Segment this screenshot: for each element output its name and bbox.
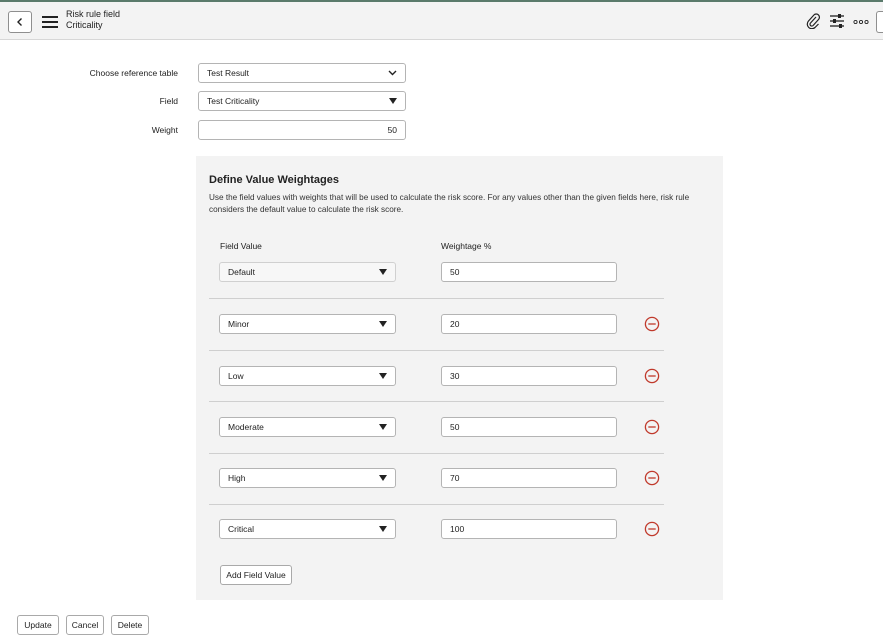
remove-circle-icon[interactable] <box>644 419 660 435</box>
row-divider <box>209 504 664 505</box>
triangle-down-icon <box>379 269 387 275</box>
field-value-select-critical[interactable]: Critical <box>219 519 396 539</box>
field-label: Field <box>159 96 178 106</box>
weightage-input-low[interactable]: 30 <box>441 366 617 386</box>
update-button[interactable]: Update <box>17 615 59 635</box>
field-value-select-moderate[interactable]: Moderate <box>219 417 396 437</box>
triangle-down-icon <box>379 526 387 532</box>
overflow-button[interactable] <box>876 11 883 33</box>
triangle-down-icon <box>379 475 387 481</box>
field-value-text: Low <box>228 371 244 381</box>
weightage-input-moderate[interactable]: 50 <box>441 417 617 437</box>
panel-title: Define Value Weightages <box>209 174 340 186</box>
weightage-input-high[interactable]: 70 <box>441 468 617 488</box>
cancel-button[interactable]: Cancel <box>66 615 104 635</box>
delete-button[interactable]: Delete <box>111 615 149 635</box>
weightage-input-default[interactable]: 50 <box>441 262 617 282</box>
remove-circle-icon[interactable] <box>644 316 660 332</box>
weight-label: Weight <box>151 125 178 135</box>
triangle-down-icon <box>379 373 387 379</box>
weightage-value: 20 <box>450 319 460 329</box>
remove-circle-icon[interactable] <box>644 470 660 486</box>
field-value-select-high[interactable]: High <box>219 468 396 488</box>
row-divider <box>209 401 664 402</box>
field-value-column-header: Field Value <box>220 241 262 251</box>
field-select-value: Test Criticality <box>207 96 260 106</box>
record-type: Risk rule field <box>66 9 121 19</box>
row-divider <box>209 298 664 299</box>
row-divider <box>209 453 664 454</box>
weightage-input-critical[interactable]: 100 <box>441 519 617 539</box>
chevron-left-icon <box>17 18 22 26</box>
back-button[interactable] <box>8 11 32 33</box>
remove-circle-icon[interactable] <box>644 521 660 537</box>
row-divider <box>209 350 664 351</box>
weight-value: 50 <box>387 125 397 135</box>
field-value-text: Critical <box>228 524 254 534</box>
weightage-value: 50 <box>450 422 460 432</box>
triangle-down-icon <box>379 321 387 327</box>
more-options-icon[interactable] <box>853 19 869 25</box>
field-select[interactable]: Test Criticality <box>198 91 406 111</box>
field-value-select-low[interactable]: Low <box>219 366 396 386</box>
field-value-text: High <box>228 473 246 483</box>
record-name: Criticality <box>66 20 103 30</box>
weight-input[interactable]: 50 <box>198 120 406 140</box>
remove-circle-icon[interactable] <box>644 368 660 384</box>
hamburger-menu-icon[interactable] <box>42 15 58 29</box>
record-title: Risk rule field Criticality <box>66 9 120 31</box>
weightage-value: 70 <box>450 473 460 483</box>
weightage-value: 100 <box>450 524 465 534</box>
chevron-down-icon <box>388 70 397 76</box>
paperclip-icon[interactable] <box>806 13 820 29</box>
reference-table-value: Test Result <box>207 68 250 78</box>
weightage-value: 50 <box>450 267 460 277</box>
triangle-down-icon <box>379 424 387 430</box>
field-value-text: Moderate <box>228 422 264 432</box>
form-header: Risk rule field Criticality <box>0 2 883 40</box>
reference-table-label: Choose reference table <box>89 68 178 78</box>
reference-table-select[interactable]: Test Result <box>198 63 406 83</box>
field-value-text: Minor <box>228 319 250 329</box>
field-value-text: Default <box>228 267 255 277</box>
weightage-input-minor[interactable]: 20 <box>441 314 617 334</box>
add-field-value-button[interactable]: Add Field Value <box>220 565 292 585</box>
panel-description: Use the field values with weights that w… <box>209 193 690 214</box>
weightage-column-header: Weightage % <box>441 241 492 251</box>
triangle-down-icon <box>389 98 397 104</box>
weightage-value: 30 <box>450 371 460 381</box>
field-value-select-minor[interactable]: Minor <box>219 314 396 334</box>
sliders-icon[interactable] <box>829 13 845 29</box>
field-value-select-default[interactable]: Default <box>219 262 396 282</box>
